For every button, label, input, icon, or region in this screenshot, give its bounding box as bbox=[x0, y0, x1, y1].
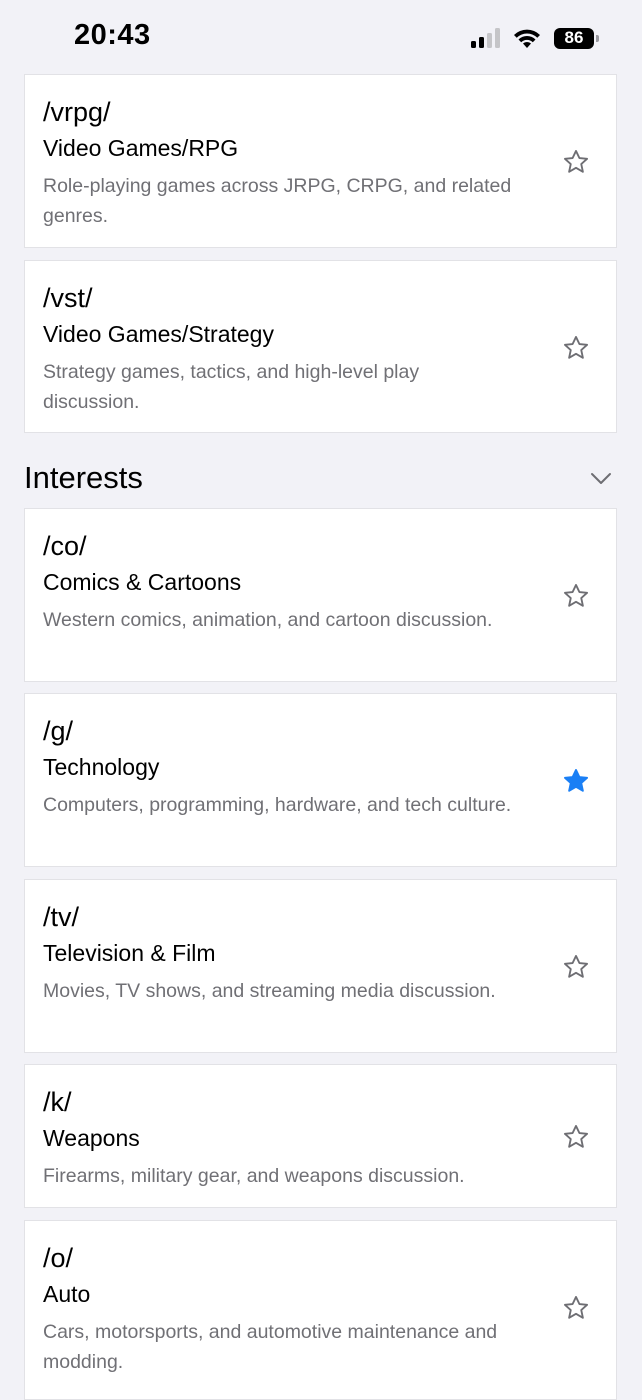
star-icon[interactable] bbox=[562, 148, 590, 176]
star-icon[interactable] bbox=[562, 1294, 590, 1322]
board-description: Role-playing games across JRPG, CRPG, an… bbox=[43, 175, 512, 227]
board-code: /k/ bbox=[43, 1087, 72, 1117]
board-title: Video Games/RPG bbox=[43, 135, 239, 161]
board-code: /co/ bbox=[43, 531, 87, 561]
board-card-tv[interactable]: /tv/ Television & Film Movies, TV shows,… bbox=[24, 879, 617, 1053]
chevron-down-icon[interactable] bbox=[589, 466, 613, 490]
board-title: Auto bbox=[43, 1281, 91, 1307]
board-card-g[interactable]: /g/ Technology Computers, programming, h… bbox=[24, 693, 617, 867]
star-icon[interactable] bbox=[562, 767, 590, 795]
board-code: /tv/ bbox=[43, 902, 80, 932]
star-icon[interactable] bbox=[562, 1123, 590, 1151]
status-time: 20:43 bbox=[74, 19, 151, 51]
board-card-o[interactable]: /o/ Auto Cars, motorsports, and automoti… bbox=[24, 1220, 617, 1400]
star-icon[interactable] bbox=[562, 334, 590, 362]
board-code: /g/ bbox=[43, 716, 74, 746]
board-card-vrpg[interactable]: /vrpg/ Video Games/RPG Role-playing game… bbox=[24, 74, 617, 248]
status-icons: 86 bbox=[471, 22, 599, 54]
section-title: Interests bbox=[24, 460, 143, 495]
board-code: /o/ bbox=[43, 1243, 74, 1273]
board-title: Video Games/Strategy bbox=[43, 321, 274, 347]
board-description: Cars, motorsports, and automotive mainte… bbox=[43, 1321, 498, 1373]
board-title: Technology bbox=[43, 754, 160, 780]
board-code: /vrpg/ bbox=[43, 97, 111, 127]
section-header-interests[interactable]: Interests bbox=[24, 460, 617, 500]
board-description: Firearms, military gear, and weapons dis… bbox=[43, 1165, 465, 1187]
status-bar: 20:43 86 bbox=[0, 0, 642, 74]
board-description: Movies, TV shows, and streaming media di… bbox=[43, 980, 496, 1002]
board-code: /vst/ bbox=[43, 283, 93, 313]
wifi-icon bbox=[514, 29, 540, 48]
board-title: Comics & Cartoons bbox=[43, 569, 242, 595]
star-icon[interactable] bbox=[562, 953, 590, 981]
cellular-signal-icon bbox=[471, 28, 500, 48]
board-card-k[interactable]: /k/ Weapons Firearms, military gear, and… bbox=[24, 1064, 617, 1208]
battery-indicator: 86 bbox=[554, 27, 599, 49]
board-title: Television & Film bbox=[43, 940, 216, 966]
board-description: Strategy games, tactics, and high-level … bbox=[43, 361, 420, 413]
board-description: Computers, programming, hardware, and te… bbox=[43, 794, 512, 816]
board-description: Western comics, animation, and cartoon d… bbox=[43, 609, 493, 631]
star-icon[interactable] bbox=[562, 582, 590, 610]
board-card-co[interactable]: /co/ Comics & Cartoons Western comics, a… bbox=[24, 508, 617, 682]
board-card-vst[interactable]: /vst/ Video Games/Strategy Strategy game… bbox=[24, 260, 617, 433]
board-title: Weapons bbox=[43, 1125, 140, 1151]
